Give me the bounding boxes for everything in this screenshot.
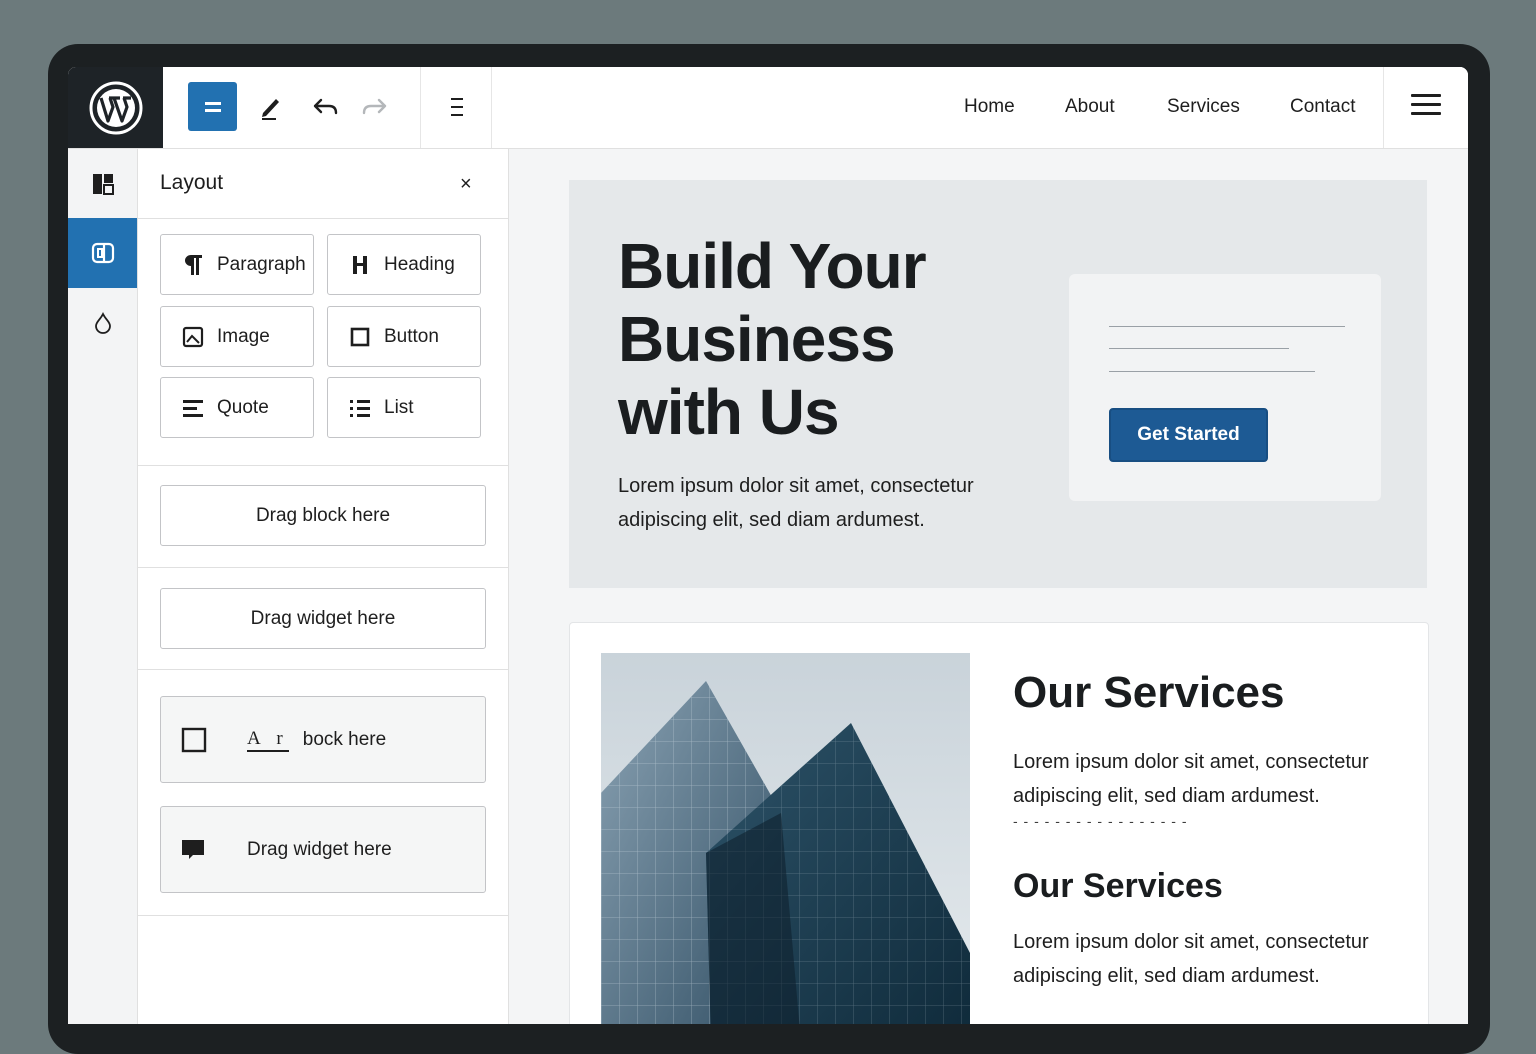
block-image[interactable]: Image — [160, 306, 314, 367]
block-label: Image — [217, 325, 270, 347]
panel-divider — [138, 915, 508, 916]
hero-text[interactable]: Lorem ipsum dolor sit amet, consectetur … — [618, 469, 1018, 537]
block-heading[interactable]: Heading — [327, 234, 481, 295]
panel-divider — [138, 669, 508, 670]
wordpress-logo-icon — [89, 81, 142, 134]
services-section[interactable]: Our Services Lorem ipsum dolor sit amet,… — [569, 622, 1429, 1024]
block-button[interactable]: Button — [327, 306, 481, 367]
menu-hamburger-icon[interactable] — [1411, 94, 1441, 120]
quote-icon — [181, 396, 205, 420]
edit-tool-button[interactable] — [246, 82, 295, 131]
drop-zone-widget[interactable]: Drag widget here — [160, 588, 486, 649]
panel-divider — [138, 465, 508, 466]
redo-icon — [362, 98, 386, 114]
block-label: Heading — [384, 253, 455, 275]
hero-card: Get Started — [1069, 274, 1381, 501]
block-label: Button — [384, 325, 439, 347]
get-started-button[interactable]: Get Started — [1109, 408, 1268, 462]
hero-title[interactable]: Build Your Business with Us — [618, 230, 978, 449]
wordpress-logo-button[interactable] — [68, 67, 163, 148]
list-view-icon — [450, 97, 463, 116]
services-heading-2[interactable]: Our Services — [1013, 867, 1223, 906]
block-label: Paragraph — [217, 253, 306, 275]
rail-item-styles[interactable] — [68, 288, 137, 358]
list-view-button[interactable] — [432, 82, 481, 131]
services-text[interactable]: Lorem ipsum dolor sit amet, consectetur … — [1013, 745, 1413, 813]
panel-divider — [138, 567, 508, 568]
comment-icon — [182, 839, 204, 859]
styles-drop-icon — [94, 311, 111, 334]
undo-button[interactable] — [300, 82, 349, 131]
layout-icon — [92, 174, 114, 195]
building-photo — [601, 653, 970, 1024]
services-divider: - - - - - - - - - - - - - - - - - — [1013, 813, 1188, 829]
blocks-icon — [91, 242, 114, 264]
block-inserter-button[interactable] — [188, 82, 237, 131]
undo-icon — [313, 98, 337, 114]
redo-button[interactable] — [350, 82, 399, 131]
block-paragraph[interactable]: Paragraph — [160, 234, 314, 295]
hero-section[interactable]: Build Your Business with Us Lorem ipsum … — [569, 180, 1427, 588]
placeholder-line — [1109, 326, 1345, 327]
list-icon — [348, 396, 372, 420]
block-list[interactable]: List — [327, 377, 481, 438]
editor-canvas: Build Your Business with Us Lorem ipsum … — [509, 149, 1468, 1024]
sidebar-rail — [68, 149, 138, 1024]
drop-zone-label: Drag widget here — [247, 838, 392, 860]
panel-divider — [138, 218, 508, 219]
edit-pencil-icon — [261, 98, 279, 120]
block-label: List — [384, 396, 414, 418]
text-format-glyph: A r — [247, 728, 289, 752]
drop-zone-mixed[interactable]: A r bock here — [160, 696, 486, 783]
checkbox-icon — [181, 727, 207, 752]
panel-title: Layout — [160, 171, 224, 194]
toolbar-divider — [1383, 67, 1384, 148]
nav-contact[interactable]: Contact — [1290, 96, 1355, 118]
block-panel: Layout × Paragraph Heading Image Button — [138, 149, 509, 1024]
services-heading[interactable]: Our Services — [1013, 668, 1285, 718]
nav-home[interactable]: Home — [964, 96, 1015, 118]
image-icon — [181, 325, 205, 349]
block-label: Quote — [217, 396, 269, 418]
placeholder-line — [1109, 371, 1315, 372]
button-icon — [348, 325, 372, 349]
toolbar-divider — [420, 67, 421, 148]
drop-zone-label: bock here — [302, 728, 387, 750]
block-quote[interactable]: Quote — [160, 377, 314, 438]
paragraph-icon — [181, 253, 205, 277]
editor-screen: Home About Services Contact Layout × Par… — [68, 67, 1468, 1024]
rail-item-blocks[interactable] — [68, 218, 137, 288]
nav-services[interactable]: Services — [1167, 96, 1240, 118]
drop-zone-widget-2[interactable]: Drag widget here — [160, 806, 486, 893]
heading-icon — [348, 253, 372, 277]
placeholder-line — [1109, 348, 1289, 349]
nav-about[interactable]: About — [1065, 96, 1115, 118]
editor-toolbar: Home About Services Contact — [68, 67, 1468, 149]
close-icon[interactable]: × — [460, 173, 472, 196]
drop-zone-block[interactable]: Drag block here — [160, 485, 486, 546]
services-text-2[interactable]: Lorem ipsum dolor sit amet, consectetur … — [1013, 925, 1413, 993]
toolbar-divider — [491, 67, 492, 148]
block-inserter-icon — [204, 101, 221, 112]
rail-item-layout[interactable] — [68, 149, 137, 219]
